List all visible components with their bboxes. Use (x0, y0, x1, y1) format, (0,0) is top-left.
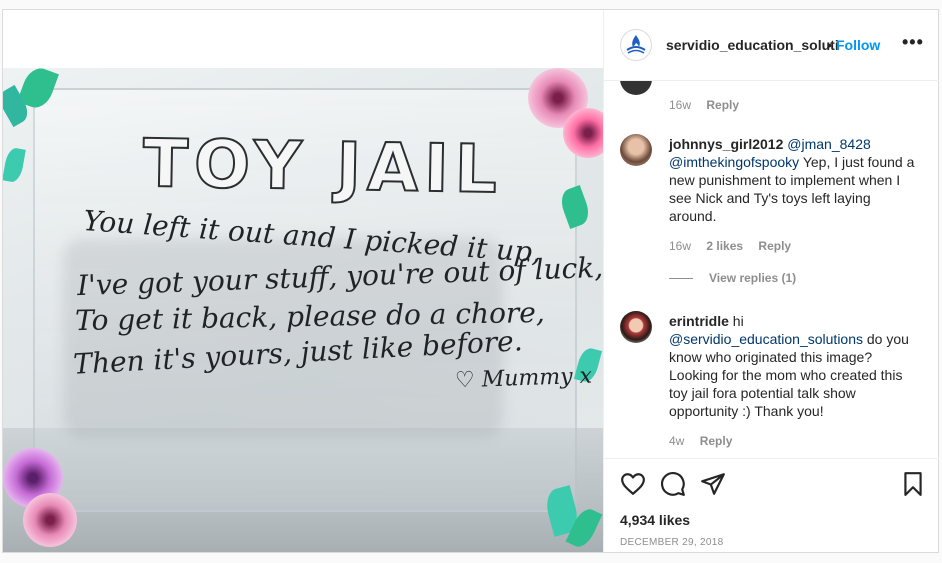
post-header: servidio_education_soluti • Follow ••• (604, 10, 939, 81)
bookmark-icon[interactable] (900, 471, 926, 497)
comment-avatar[interactable] (620, 311, 652, 343)
more-options-icon[interactable]: ••• (902, 32, 924, 53)
likes-count[interactable]: 4,934 likes (620, 512, 690, 528)
comments-list[interactable]: 16w Reply johnnys_girl2012 @jman_8428 @i… (604, 81, 939, 458)
post-media[interactable]: TOY JAIL You left it out and I picked it… (3, 10, 603, 552)
comment-username[interactable]: johnnys_girl2012 (669, 136, 783, 152)
toy-jail-photo: TOY JAIL You left it out and I picked it… (3, 68, 603, 552)
view-replies-button[interactable]: View replies (1) (669, 271, 796, 285)
flame-logo-icon (626, 35, 646, 54)
comment-time[interactable]: 16w (669, 239, 691, 253)
comment-mention[interactable]: @servidio_education_solutions (669, 331, 863, 347)
view-replies-label: View replies (1) (709, 271, 797, 285)
comment-meta: 16w Reply (669, 98, 751, 112)
comment-icon[interactable] (660, 471, 686, 497)
comment-time[interactable]: 16w (669, 98, 691, 112)
post-date[interactable]: DECEMBER 29, 2018 (620, 537, 723, 548)
comment-greeting: hi (732, 313, 744, 329)
signature: ♡ Mummy x (454, 363, 593, 394)
divider-line (669, 278, 693, 280)
instagram-post: TOY JAIL You left it out and I picked it… (2, 9, 939, 553)
profile-avatar[interactable] (620, 29, 652, 61)
reply-button[interactable]: Reply (758, 239, 791, 253)
heart-icon[interactable] (620, 471, 646, 497)
comment-time[interactable]: 4w (669, 434, 684, 448)
follow-button[interactable]: Follow (836, 37, 880, 53)
comment-meta: 16w 2 likes Reply (669, 239, 803, 253)
leaf-decoration (3, 146, 26, 184)
comment-mention[interactable]: @imthekingofspooky (669, 154, 799, 170)
post-username[interactable]: servidio_education_soluti (666, 37, 839, 53)
comment-body: johnnys_girl2012 @jman_8428 @imthekingof… (669, 135, 919, 225)
toy-jail-heading: TOY JAIL (141, 124, 504, 209)
separator-dot: • (827, 37, 832, 53)
flower-decoration (23, 493, 77, 547)
comment-likes[interactable]: 2 likes (706, 239, 743, 253)
comment-body: erintridle hi @servidio_education_soluti… (669, 312, 919, 420)
comment-username[interactable]: erintridle (669, 313, 729, 329)
reply-button[interactable]: Reply (700, 434, 733, 448)
post-actions: 4,934 likes DECEMBER 29, 2018 (604, 458, 939, 553)
reply-button[interactable]: Reply (706, 98, 739, 112)
comment-avatar[interactable] (620, 81, 652, 95)
comment-avatar[interactable] (620, 134, 652, 166)
comment-mention[interactable]: @jman_8428 (787, 136, 871, 152)
post-sidebar: servidio_education_soluti • Follow ••• 1… (603, 10, 939, 552)
share-icon[interactable] (700, 471, 726, 497)
comment-meta: 4w Reply (669, 434, 744, 448)
